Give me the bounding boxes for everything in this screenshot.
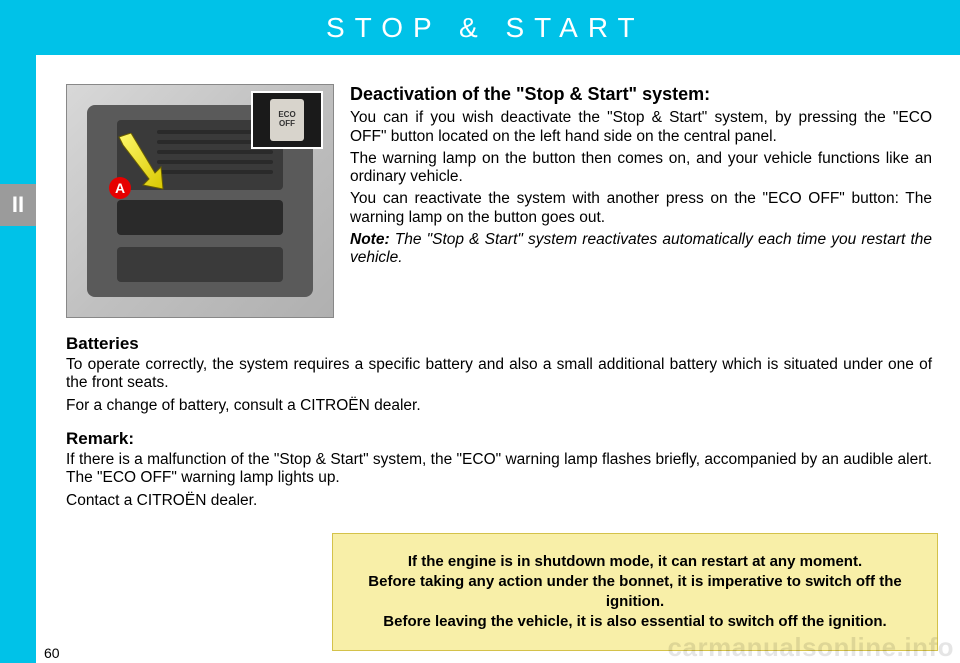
left-accent-bar xyxy=(0,0,36,663)
remark-paragraph-2: Contact a CITROËN dealer. xyxy=(66,492,932,510)
dashboard-figure: ECO OFF A xyxy=(66,84,334,318)
page-number: 60 xyxy=(44,645,60,661)
main-paragraph-2: The warning lamp on the button then come… xyxy=(350,150,932,187)
batteries-paragraph-2: For a change of battery, consult a CITRO… xyxy=(66,397,932,415)
note-text: The "Stop & Start" system reactivates au… xyxy=(350,231,932,266)
deactivation-heading: Deactivation of the "Stop & Start" syste… xyxy=(350,84,932,105)
section-marker: II xyxy=(0,184,36,226)
climate-controls-graphic xyxy=(117,247,283,282)
warning-line-2: Before taking any action under the bonne… xyxy=(353,572,917,613)
remark-block: Remark: If there is a malfunction of the… xyxy=(66,429,932,510)
batteries-paragraph-1: To operate correctly, the system require… xyxy=(66,356,932,393)
callout-label-a: A xyxy=(109,177,131,199)
main-text-block: Deactivation of the "Stop & Start" syste… xyxy=(350,84,932,271)
main-paragraph-1: You can if you wish deactivate the "Stop… xyxy=(350,109,932,146)
lower-text-block: Batteries To operate correctly, the syst… xyxy=(66,334,932,524)
eco-off-button-inset: ECO OFF xyxy=(251,91,323,149)
batteries-block: Batteries To operate correctly, the syst… xyxy=(66,334,932,415)
cd-slot-graphic xyxy=(117,200,283,235)
warning-line-1: If the engine is in shutdown mode, it ca… xyxy=(353,552,917,572)
eco-off-button-icon: ECO OFF xyxy=(270,99,304,141)
batteries-heading: Batteries xyxy=(66,334,932,354)
watermark: carmanualsonline.info xyxy=(668,632,954,663)
remark-paragraph-1: If there is a malfunction of the "Stop &… xyxy=(66,451,932,488)
warning-line-3: Before leaving the vehicle, it is also e… xyxy=(353,612,917,632)
page-title: STOP & START xyxy=(36,0,960,44)
header-band: STOP & START xyxy=(36,0,960,55)
eco-label-line2: OFF xyxy=(279,120,295,129)
remark-heading: Remark: xyxy=(66,429,932,449)
main-note: Note: The "Stop & Start" system reactiva… xyxy=(350,231,932,268)
main-paragraph-3: You can reactivate the system with anoth… xyxy=(350,190,932,227)
note-label: Note: xyxy=(350,231,390,248)
